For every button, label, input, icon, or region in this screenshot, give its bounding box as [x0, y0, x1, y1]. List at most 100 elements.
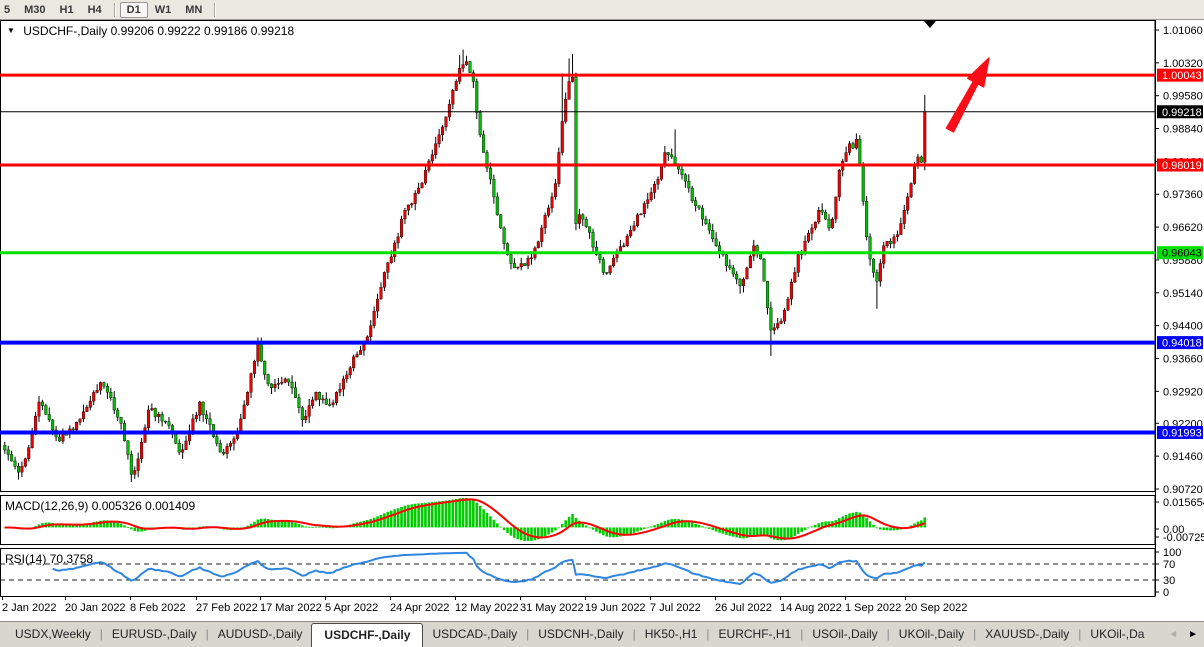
candle-body: [629, 230, 632, 236]
candle-body: [151, 408, 154, 410]
candle-body: [732, 268, 735, 274]
candle-body: [725, 255, 728, 266]
candle-body: [185, 441, 188, 450]
macd-histogram-bar: [708, 527, 711, 528]
macd-histogram-bar: [763, 527, 766, 535]
macd-histogram-bar: [811, 526, 814, 527]
macd-histogram-bar: [267, 519, 270, 527]
candle-body: [421, 183, 424, 188]
timeframe-button-m30[interactable]: M30: [17, 2, 52, 18]
macd-histogram-bar: [431, 502, 434, 527]
candle-body: [558, 153, 561, 184]
candle-body: [540, 228, 543, 242]
candle-body: [537, 242, 540, 248]
symbol-tab-eurchf-h1[interactable]: EURCHF-,H1: [710, 622, 801, 647]
timeframe-button-5[interactable]: 5: [0, 2, 17, 18]
candle-body: [804, 241, 807, 252]
candle-body: [705, 219, 708, 224]
tabbar-scroll-left-icon[interactable]: ◄: [1168, 629, 1178, 640]
symbol-tab-ukoil-daily[interactable]: UKOil-,Daily: [890, 622, 973, 647]
symbol-tab-audusd-daily[interactable]: AUDUSD-,Daily: [209, 622, 312, 647]
candle-body: [626, 236, 629, 246]
symbol-tab-ukoil-da[interactable]: UKOil-,Da: [1081, 622, 1153, 647]
timeframe-button-mn[interactable]: MN: [178, 2, 209, 18]
candle-body: [681, 169, 684, 174]
candle-body: [517, 267, 520, 268]
symbol-tab-usdchf-daily[interactable]: USDCHF-,Daily: [311, 623, 423, 647]
timeframe-button-d1[interactable]: D1: [120, 2, 148, 18]
macd-histogram-bar: [308, 527, 311, 528]
candle-body: [452, 90, 455, 104]
candle-body: [106, 386, 109, 392]
chart-collapse-icon[interactable]: ▼: [7, 26, 15, 35]
candle-body: [646, 200, 649, 204]
macd-histogram-bar: [544, 527, 547, 536]
macd-histogram-bar: [387, 512, 390, 528]
date-label: 31 May 2022: [520, 602, 584, 614]
candle-body: [298, 398, 301, 408]
candle-body: [568, 81, 571, 99]
symbol-tab-usoil-daily[interactable]: USOil-,Daily: [803, 622, 886, 647]
price-tick-label: 0.96620: [1163, 222, 1203, 234]
candle-body: [366, 337, 369, 341]
macd-histogram-bar: [790, 527, 793, 537]
candle-body: [58, 437, 61, 441]
candle-body: [400, 219, 403, 237]
candle-body: [373, 311, 376, 325]
price-chart[interactable]: 1.010601.003200.995800.988400.981000.973…: [0, 0, 1204, 647]
candle-body: [650, 192, 653, 199]
candle-body: [920, 157, 923, 162]
symbol-tabbar: USDX,Weekly|EURUSD-,Daily|AUDUSD-,DailyU…: [0, 621, 1204, 647]
candle-body: [551, 197, 554, 208]
symbol-tab-usdx-weekly[interactable]: USDX,Weekly: [6, 622, 100, 647]
candle-body: [729, 266, 732, 268]
level-price-tag-text: 0.96043: [1162, 248, 1202, 260]
candle-body: [397, 237, 400, 243]
candle-body: [513, 263, 516, 267]
date-label: 8 Feb 2022: [130, 602, 186, 614]
candle-body: [89, 401, 92, 407]
date-label: 12 May 2022: [455, 602, 519, 614]
macd-histogram-bar: [287, 521, 290, 527]
candle-body: [431, 155, 434, 161]
macd-axis-label: -0.00725: [1163, 532, 1204, 544]
rsi-axis-label: 30: [1163, 575, 1175, 587]
candle-body: [882, 246, 885, 264]
date-label: 19 Jun 2022: [585, 602, 646, 614]
macd-histogram-bar: [291, 522, 294, 528]
macd-histogram-bar: [876, 527, 879, 528]
macd-histogram-bar: [116, 523, 119, 528]
candle-body: [304, 416, 307, 420]
macd-histogram-bar: [493, 520, 496, 528]
candle-body: [263, 361, 266, 374]
candle-body: [10, 454, 13, 461]
candle-body: [547, 208, 550, 215]
candle-body: [807, 233, 810, 241]
candle-body: [715, 239, 718, 246]
symbol-tab-eurusd-daily[interactable]: EURUSD-,Daily: [103, 622, 206, 647]
rsi-indicator-label: RSI(14) 70.3758: [5, 552, 93, 566]
candle-body: [561, 121, 564, 152]
candle-body: [31, 432, 34, 448]
rsi-axis-label: 70: [1163, 559, 1175, 571]
candle-body: [462, 65, 465, 69]
timeframe-button-w1[interactable]: W1: [148, 2, 179, 18]
candle-body: [257, 343, 260, 361]
candle-body: [688, 181, 691, 188]
symbol-tab-hk50-h1[interactable]: HK50-,H1: [636, 622, 707, 647]
candle-body: [609, 266, 612, 273]
macd-histogram-bar: [588, 527, 591, 528]
symbol-tab-usdcad-daily[interactable]: USDCAD-,Daily: [423, 622, 526, 647]
candle-body: [660, 166, 663, 179]
candle-body: [243, 405, 246, 419]
price-tick-label: 1.01060: [1163, 25, 1203, 37]
tabbar-scroll-right-icon[interactable]: ►: [1188, 629, 1198, 640]
macd-histogram-bar: [650, 526, 653, 527]
candle-body: [393, 243, 396, 257]
symbol-tab-xauusd-daily[interactable]: XAUUSD-,Daily: [976, 622, 1078, 647]
timeframe-button-h1[interactable]: H1: [53, 2, 81, 18]
macd-histogram-bar: [807, 527, 810, 528]
symbol-tab-usdcnh-daily[interactable]: USDCNH-,Daily: [529, 622, 632, 647]
timeframe-button-h4[interactable]: H4: [81, 2, 109, 18]
candle-body: [274, 384, 277, 388]
